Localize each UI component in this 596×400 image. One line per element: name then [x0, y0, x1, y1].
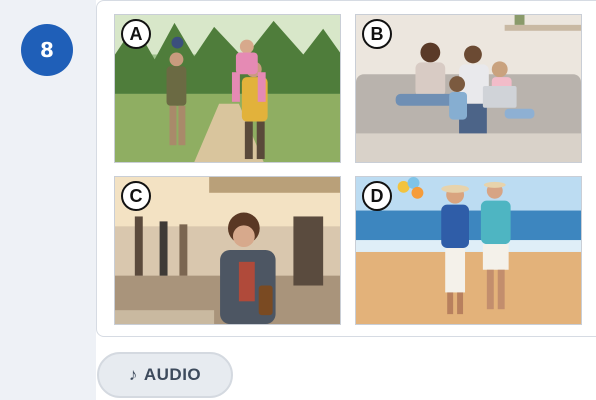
audio-button-label: AUDIO [143, 365, 202, 384]
music-note-icon: ♪ [128, 365, 138, 384]
question-number-badge: 8 [21, 24, 73, 76]
option-letter: D [362, 181, 392, 211]
answer-options-card: A B C D [96, 0, 596, 337]
option-a-image[interactable]: A [114, 14, 341, 163]
audio-button[interactable]: ♪ AUDIO [97, 352, 233, 398]
option-c-image[interactable]: C [114, 176, 341, 325]
option-letter: C [121, 181, 151, 211]
question-rail: 8 [0, 0, 96, 400]
option-d-image[interactable]: D [355, 176, 582, 325]
option-b-image[interactable]: B [355, 14, 582, 163]
option-letter: B [362, 19, 392, 49]
option-letter: A [121, 19, 151, 49]
question-number: 8 [40, 38, 54, 62]
